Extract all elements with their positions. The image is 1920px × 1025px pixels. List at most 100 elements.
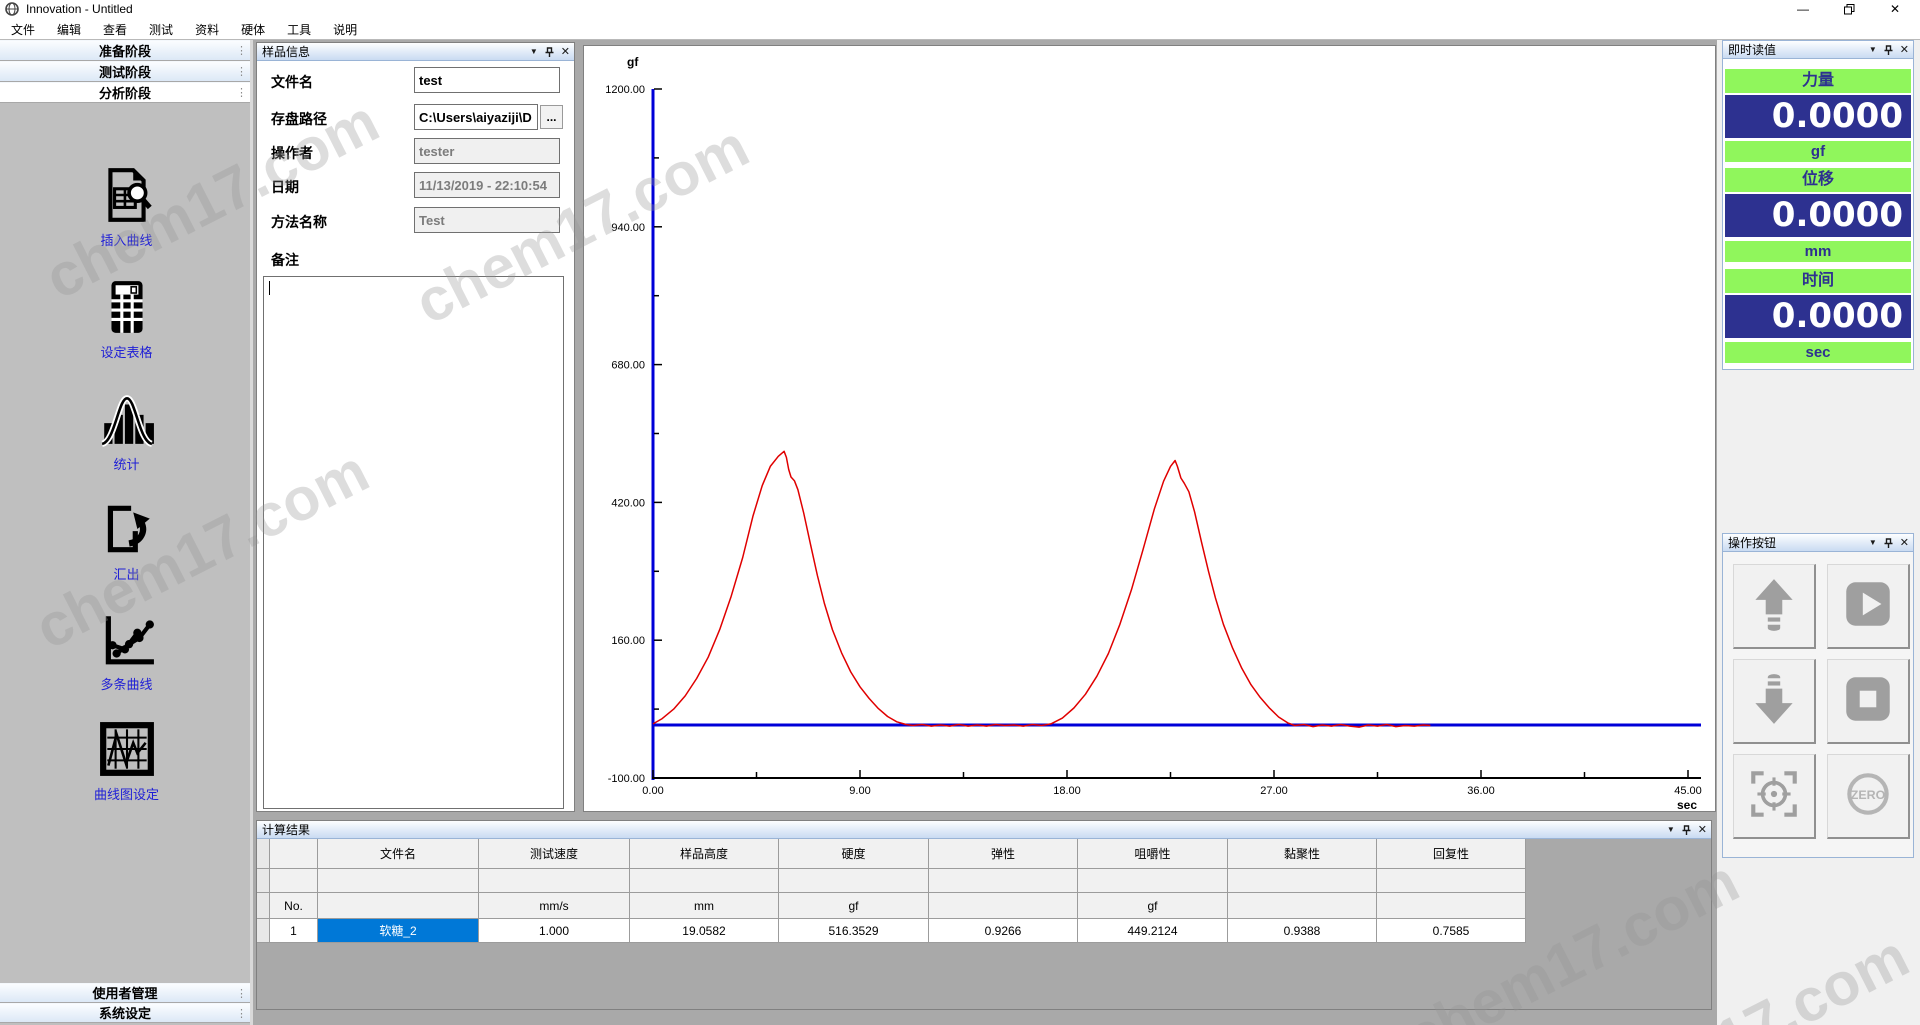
window-title: Innovation - Untitled (26, 2, 133, 16)
row-number-cell[interactable]: 1 (270, 919, 318, 943)
pin-icon[interactable] (1884, 538, 1893, 549)
column-header: 样品高度 (630, 839, 779, 869)
method-name-field[interactable] (414, 207, 560, 233)
target-button[interactable] (1733, 754, 1816, 839)
pin-icon[interactable] (545, 47, 554, 58)
menu-item-edit[interactable]: 编辑 (46, 18, 92, 40)
save-path-label: 存盘路径 (271, 109, 327, 129)
unit-cell (929, 893, 1078, 919)
run-icon (1839, 575, 1897, 638)
dropdown-icon[interactable]: ▼ (530, 43, 538, 61)
grip-dots-icon: ⋮ (236, 41, 247, 62)
blank-cell (630, 869, 779, 893)
right-column: 即时读值 ▼ ✕ 力量0.0000gf位移0.0000mm时间0.0000sec… (1717, 40, 1920, 1025)
dropdown-icon[interactable]: ▼ (1869, 41, 1877, 59)
menu-item-file[interactable]: 文件 (0, 18, 46, 40)
tool-insert-curve[interactable]: 插入曲线 (0, 166, 253, 249)
grip-dots-icon: ⋮ (236, 62, 247, 83)
row-header-strip (257, 839, 270, 869)
jog-up-button[interactable] (1733, 564, 1816, 649)
tool-table-setup[interactable]: 设定表格 (0, 278, 253, 361)
blank-cell (257, 869, 270, 893)
notes-textarea[interactable] (263, 276, 564, 809)
pin-icon[interactable] (1682, 825, 1691, 836)
close-button[interactable]: ✕ (1878, 0, 1912, 18)
column-header: 弹性 (929, 839, 1078, 869)
sidebar-button-system-settings[interactable]: 系统设定⋮ (0, 1003, 250, 1023)
blank-cell (479, 869, 630, 893)
readout-header: 即时读值 ▼ ✕ (1723, 41, 1913, 59)
restore-button[interactable] (1832, 0, 1866, 18)
menu-item-data[interactable]: 资料 (184, 18, 230, 40)
close-icon[interactable]: ✕ (1900, 41, 1909, 59)
dropdown-icon[interactable]: ▼ (1869, 534, 1877, 552)
menu-item-view[interactable]: 查看 (92, 18, 138, 40)
value-cell[interactable]: 0.7585 (1377, 919, 1526, 943)
column-header: 黏聚性 (1228, 839, 1377, 869)
value-cell[interactable]: 516.3529 (779, 919, 929, 943)
results-panel: 计算结果 ▼ ✕ 文件名测试速度样品高度硬度弹性咀嚼性黏聚性回复性 No.mm/s… (256, 820, 1712, 1010)
results-table: 文件名测试速度样品高度硬度弹性咀嚼性黏聚性回复性 No.mm/smmgfgf1软糖… (257, 839, 1526, 943)
left-sidebar: 准备阶段⋮测试阶段⋮分析阶段⋮ 插入曲线设定表格统计汇出多条曲线曲线图设定 使用… (0, 40, 253, 1025)
jog-up-icon (1745, 575, 1803, 638)
close-icon[interactable]: ✕ (1900, 534, 1909, 552)
operator-field[interactable] (414, 138, 560, 164)
menu-item-test[interactable]: 测试 (138, 18, 184, 40)
close-icon[interactable]: ✕ (1698, 821, 1707, 839)
table-row: 文件名测试速度样品高度硬度弹性咀嚼性黏聚性回复性 (257, 839, 1526, 869)
notes-label: 备注 (271, 250, 299, 270)
blank-cell (1228, 869, 1377, 893)
blank-cell (1078, 869, 1228, 893)
no-column-header (270, 839, 318, 869)
op-buttons-header: 操作按钮 ▼ ✕ (1723, 534, 1913, 552)
method-name-label: 方法名称 (271, 212, 327, 232)
save-path-field[interactable] (414, 104, 538, 130)
value-cell[interactable]: 19.0582 (630, 919, 779, 943)
sidebar-button-user-management[interactable]: 使用者管理⋮ (0, 983, 250, 1003)
menu-item-help[interactable]: 说明 (322, 18, 368, 40)
table-row: No.mm/smmgfgf (257, 893, 1526, 919)
value-cell[interactable]: 0.9266 (929, 919, 1078, 943)
results-header: 计算结果 ▼ ✕ (257, 821, 1711, 839)
sample-info-title: 样品信息 (262, 45, 310, 59)
browse-button[interactable]: ... (540, 105, 563, 129)
stage-button-analysis[interactable]: 分析阶段⋮ (0, 82, 250, 103)
export-icon (98, 500, 156, 558)
stage-button-prepare[interactable]: 准备阶段⋮ (0, 40, 250, 61)
readout-force-unit: gf (1725, 141, 1911, 162)
readout-title: 即时读值 (1728, 43, 1776, 57)
stop-button[interactable] (1827, 659, 1910, 744)
column-header: 测试速度 (479, 839, 630, 869)
tool-statistics[interactable]: 统计 (0, 390, 253, 473)
tool-multi-curve[interactable]: 多条曲线 (0, 610, 253, 693)
table-row: 1软糖_21.00019.0582516.35290.9266449.21240… (257, 919, 1526, 943)
value-cell[interactable]: 449.2124 (1078, 919, 1228, 943)
tool-chart-settings[interactable]: 曲线图设定 (0, 720, 253, 803)
stage-label: 测试阶段 (99, 65, 151, 80)
svg-text:gf: gf (627, 55, 639, 69)
blank-cell (929, 869, 1078, 893)
tool-label: 汇出 (0, 564, 253, 583)
tool-export[interactable]: 汇出 (0, 500, 253, 583)
pin-icon[interactable] (1884, 45, 1893, 56)
minimize-button[interactable]: — (1786, 0, 1820, 18)
date-field[interactable] (414, 172, 560, 198)
value-cell[interactable]: 0.9388 (1228, 919, 1377, 943)
zero-button[interactable]: ZERO (1827, 754, 1910, 839)
file-name-cell[interactable]: 软糖_2 (318, 919, 479, 943)
close-icon[interactable]: ✕ (561, 43, 570, 61)
menu-item-hardware[interactable]: 硬体 (230, 18, 276, 40)
jog-down-button[interactable] (1733, 659, 1816, 744)
dropdown-icon[interactable]: ▼ (1667, 821, 1675, 839)
menu-item-tools[interactable]: 工具 (276, 18, 322, 40)
tool-label: 设定表格 (0, 342, 253, 361)
unit-cell (1377, 893, 1526, 919)
svg-text:-100.00: -100.00 (608, 773, 645, 785)
run-button[interactable] (1827, 564, 1910, 649)
stage-button-test[interactable]: 测试阶段 ⋮ (0, 61, 250, 82)
file-name-field[interactable] (414, 67, 560, 93)
svg-text:36.00: 36.00 (1467, 785, 1495, 797)
sidebar-button-label: 使用者管理 (92, 986, 157, 1001)
value-cell[interactable]: 1.000 (479, 919, 630, 943)
stop-icon (1839, 670, 1897, 733)
